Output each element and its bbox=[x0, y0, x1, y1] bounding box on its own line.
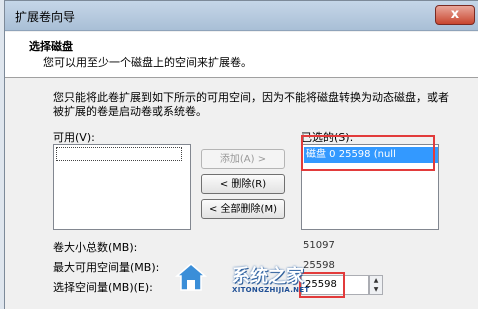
available-listbox[interactable] bbox=[53, 144, 191, 230]
max-space-label: 最大可用空间量(MB): bbox=[53, 261, 160, 274]
select-space-spinner[interactable]: ▲ ▼ bbox=[369, 275, 383, 295]
page-description: 您可以用至少一个磁盘上的空间来扩展卷。 bbox=[43, 56, 252, 69]
highlight-selected-box bbox=[301, 135, 435, 171]
window-title: 扩展卷向导 bbox=[15, 10, 76, 24]
total-size-value: 51097 bbox=[303, 240, 335, 251]
info-text: 您只能将此卷扩展到如下所示的可用空间，因为不能将磁盘转换为动态磁盘，或者被扩展的… bbox=[53, 91, 449, 118]
available-label: 可用(V): bbox=[53, 131, 95, 144]
page-title: 选择磁盘 bbox=[29, 40, 73, 53]
house-logo-icon bbox=[174, 263, 208, 291]
remove-all-button[interactable]: < 全部删除(M) bbox=[201, 199, 285, 219]
total-size-label: 卷大小总数(MB): bbox=[53, 241, 138, 254]
select-space-label: 选择空间量(MB)(E): bbox=[53, 281, 153, 294]
watermark-title: 系统之家 bbox=[232, 266, 304, 287]
spin-down-icon[interactable]: ▼ bbox=[370, 286, 382, 293]
close-button[interactable]: x bbox=[435, 5, 475, 25]
title-bar: 扩展卷向导 x bbox=[5, 1, 478, 31]
remove-button[interactable]: < 删除(R) bbox=[201, 174, 285, 194]
wizard-header: 选择磁盘 您可以用至少一个磁盘上的空间来扩展卷。 bbox=[5, 32, 478, 78]
highlight-select-field bbox=[299, 272, 345, 298]
spin-up-icon[interactable]: ▲ bbox=[370, 277, 382, 284]
max-space-value: 25598 bbox=[303, 260, 335, 271]
available-list-focus bbox=[56, 147, 182, 161]
add-button[interactable]: 添加(A) > bbox=[201, 149, 285, 169]
watermark-url: XITONGZHIJIA.NET bbox=[232, 286, 310, 294]
